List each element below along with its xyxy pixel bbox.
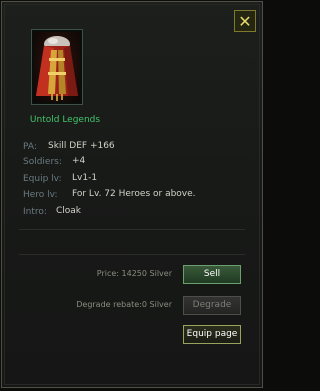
stat-value-pa: Skill DEF +166 [48, 141, 115, 151]
sell-button[interactable]: Sell [183, 265, 241, 284]
stat-label-hero-lv: Hero lv: [23, 190, 58, 200]
stat-value-soldiers: +4 [72, 156, 86, 166]
item-slot [31, 29, 83, 105]
stat-label-equip-lv: Equip lv: [23, 174, 62, 184]
close-icon: ✕ [238, 12, 252, 31]
item-tooltip-panel: ✕ Untold Legends PA: Skill DEF +166 Sold… [1, 1, 263, 388]
close-button[interactable]: ✕ [234, 10, 256, 32]
stat-label-soldiers: Soldiers: [23, 157, 62, 167]
item-name: Untold Legends [29, 115, 101, 125]
degrade-rebate-label: Degrade rebate:0 Silver [76, 300, 172, 309]
stat-label-intro: Intro: [23, 207, 47, 217]
section-divider [19, 229, 245, 230]
cloak-icon [34, 32, 80, 102]
stat-value-equip-lv: Lv1-1 [72, 173, 98, 183]
section-divider [19, 254, 245, 255]
price-label: Price: 14250 Silver [96, 269, 172, 278]
degrade-button[interactable]: Degrade [183, 296, 241, 315]
equip-page-button[interactable]: Equip page [183, 325, 241, 344]
stat-label-pa: PA: [23, 142, 37, 152]
stat-value-hero-lv: For Lv. 72 Heroes or above. [72, 189, 196, 199]
stat-value-intro: Cloak [56, 206, 82, 216]
